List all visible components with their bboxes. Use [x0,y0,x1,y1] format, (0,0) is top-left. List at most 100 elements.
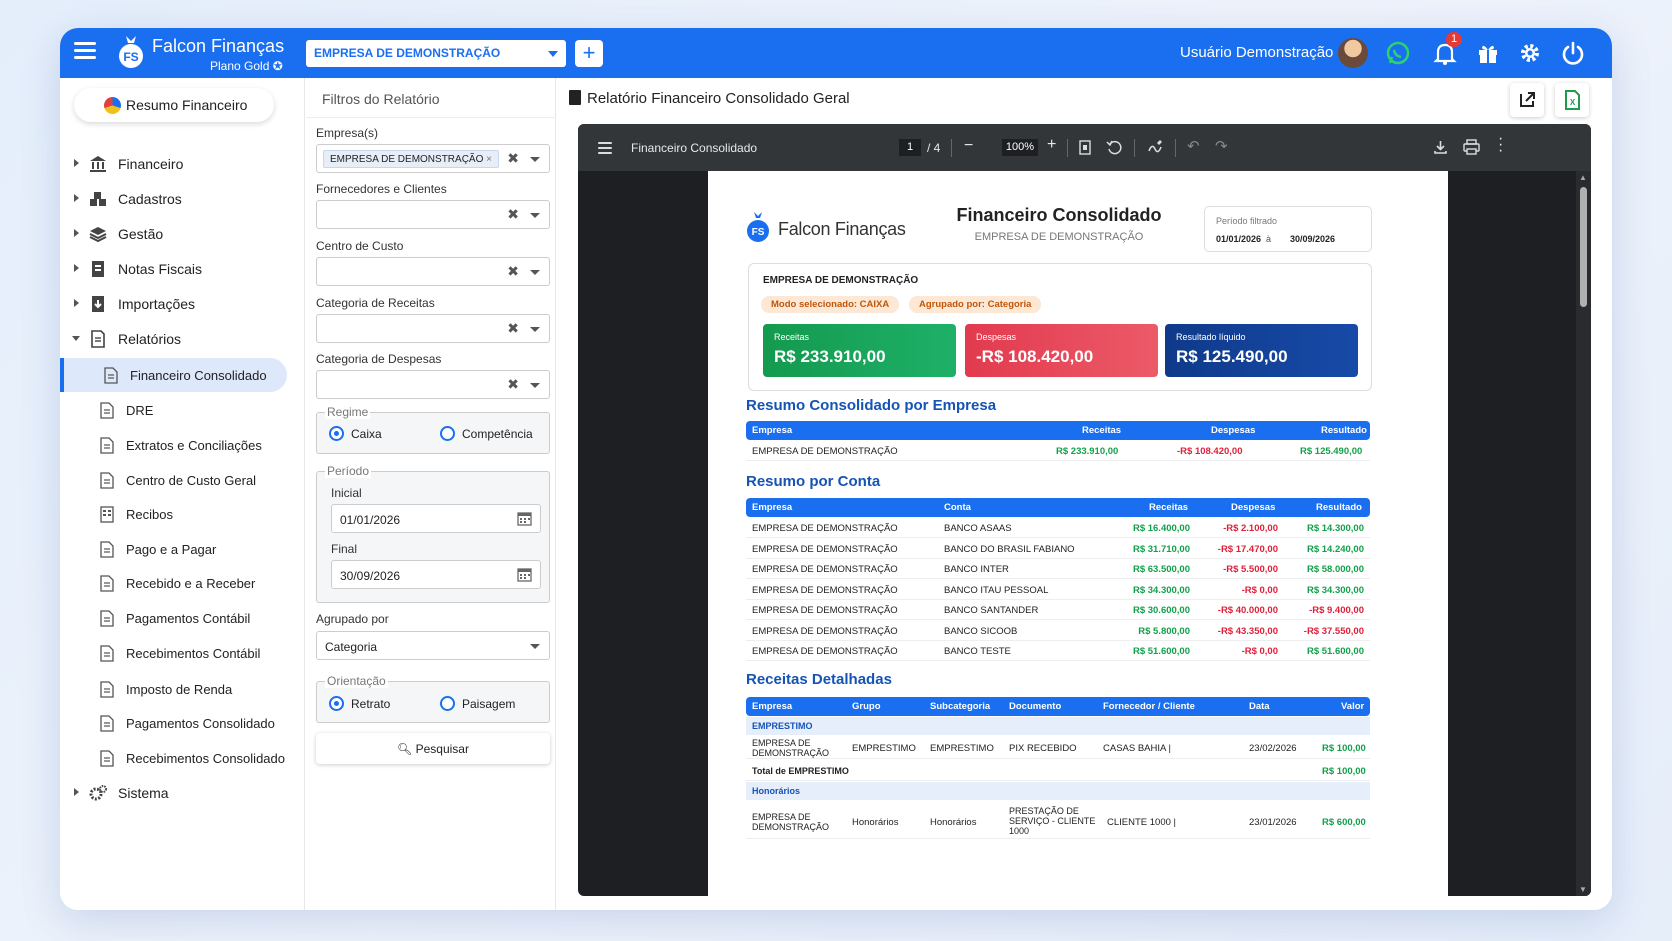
cat-receitas-select[interactable]: ✖ [316,314,550,343]
report-heading: Financeiro Consolidado [956,205,1162,225]
add-company-button[interactable]: + [575,40,603,67]
document-icon [100,645,114,662]
kpi-receitas: Receitas R$ 233.910,00 [763,324,956,377]
chevron-down-icon [548,51,558,57]
data-inicial-input[interactable]: 01/01/2026 [331,504,541,533]
table-header: Empresa Conta Receitas Despesas Resultad… [746,498,1370,517]
fornecedores-select[interactable]: ✖ [316,200,550,229]
group-header: Honorários [746,782,1370,800]
sidebar-report-item[interactable]: Pagamentos Consolidado [60,706,305,740]
whatsapp-icon[interactable] [1385,40,1411,66]
agrupado-select[interactable]: Categoria [316,631,550,660]
pesquisar-button[interactable]: 🔍︎ Pesquisar [316,733,550,764]
sidebar: Resumo Financeiro Financeiro Cadastros G… [60,78,305,910]
sidebar-report-item[interactable]: Extratos e Conciliações [60,428,305,462]
excel-icon: X [1565,90,1580,110]
table-row: EMPRESA DE DEMONSTRAÇÃO BANCO SICOOB R$ 5.… [746,621,1370,641]
clear-icon: ✖ [507,150,519,166]
medal-icon: ✪ [272,59,283,73]
open-external-button[interactable] [1510,83,1544,117]
sidebar-item-relatorios[interactable]: Relatórios [60,323,305,355]
calendar-icon [517,512,532,526]
zoom-out-icon[interactable]: − [964,137,973,155]
undo-icon[interactable]: ↶ [1187,137,1200,155]
gear-icon[interactable] [1517,40,1543,66]
document-icon [100,715,114,732]
pdf-menu-icon[interactable] [598,142,612,158]
page-count: / 4 [927,141,941,155]
sidebar-item-cadastros[interactable]: Cadastros [60,183,305,215]
import-icon [92,296,104,312]
mode-pill: Modo selecionado: CAIXA [761,296,900,313]
sidebar-report-item[interactable]: Recebido e a Receber [60,566,305,600]
sidebar-item-notas-fiscais[interactable]: Notas Fiscais [60,253,305,285]
orientacao-label: Orientação [325,674,388,688]
sidebar-item-sistema[interactable]: Sistema [60,777,305,809]
pdf-page: FS Falcon Finanças Financeiro Consolidad… [708,171,1448,896]
empresas-select[interactable]: EMPRESA DE DEMONSTRAÇÃO × ✖ [316,144,550,173]
report-icon [91,330,105,348]
plan-label: Plano Gold ✪ [210,59,283,73]
rotate-icon[interactable] [1106,139,1122,155]
regime-label: Regime [325,405,371,419]
page-number-input[interactable]: 1 [899,139,921,156]
pdf-scrollbar[interactable]: ▲ ▼ [1576,171,1591,896]
total-row: Total de EMPRESTIMO R$ 100,00 [746,761,1370,781]
fit-page-icon[interactable] [1079,140,1091,155]
sidebar-item-importacoes[interactable]: Importações [60,288,305,320]
download-icon[interactable] [1433,139,1448,155]
sidebar-report-item[interactable]: Imposto de Renda [60,672,305,706]
zoom-in-icon[interactable]: + [1047,136,1056,154]
zoom-input[interactable]: 100% [1002,139,1038,156]
sidebar-report-item[interactable]: Pago e a Pagar [60,532,305,566]
data-final-input[interactable]: 30/09/2026 [331,560,541,589]
sidebar-report-item[interactable]: Recibos [60,497,305,531]
search-icon: 🔍︎ [397,742,413,756]
print-icon[interactable] [1463,139,1480,155]
export-excel-button[interactable]: X [1555,83,1589,117]
report-title: Relatório Financeiro Consolidado Geral [569,90,850,107]
resumo-financeiro-button[interactable]: Resumo Financeiro [74,88,274,122]
sidebar-item-gestao[interactable]: Gestão [60,218,305,250]
sidebar-report-item[interactable]: Financeiro Consolidado [60,358,287,392]
receipt-icon [100,506,114,523]
external-link-icon [1520,92,1535,107]
power-icon[interactable] [1560,40,1586,66]
sidebar-report-item[interactable]: Centro de Custo Geral [60,463,305,497]
sidebar-report-item[interactable]: Recebimentos Contábil [60,636,305,670]
document-icon [100,750,114,767]
inicial-label: Inicial [331,486,362,500]
table-row: EMPRESA DE DEMONSTRAÇÃO BANCO ITAU PESSOA… [746,580,1370,600]
menu-icon[interactable] [74,42,96,60]
empresa-chip[interactable]: EMPRESA DE DEMONSTRAÇÃO × [323,150,499,168]
pdf-doc-title: Financeiro Consolidado [631,141,758,155]
top-bar: FS Falcon Finanças Plano Gold ✪ EMPRESA … [60,28,1612,78]
periodo-label: Período [325,464,372,478]
sidebar-report-item[interactable]: DRE [60,393,305,427]
avatar[interactable] [1338,38,1368,68]
report-area: Relatório Financeiro Consolidado Geral X… [557,78,1612,910]
sidebar-report-item[interactable]: Pagamentos Contábil [60,601,305,635]
document-icon [100,437,114,454]
sidebar-report-item[interactable]: Recebimentos Consolidado [60,741,305,775]
company-select[interactable]: EMPRESA DE DEMONSTRAÇÃO [306,40,566,67]
gift-icon[interactable] [1475,40,1501,66]
annotate-icon[interactable] [1147,139,1163,155]
centro-custo-select[interactable]: ✖ [316,257,550,286]
clear-icon: ✖ [507,263,519,279]
chevron-down-icon [530,383,540,388]
table-header: Empresa Grupo Subcategoria Documento For… [746,697,1370,716]
pdf-file-icon [569,90,581,105]
boxes-icon [90,192,106,206]
cat-despesas-select[interactable]: ✖ [316,370,550,399]
table-row: EMPRESA DE DEMONSTRAÇÃO Honorários Honor… [746,803,1370,839]
bank-icon [90,156,106,172]
sidebar-item-financeiro[interactable]: Financeiro [60,148,305,180]
redo-icon[interactable]: ↷ [1215,137,1228,155]
chevron-down-icon [530,270,540,275]
user-name[interactable]: Usuário Demonstração [1180,44,1333,61]
more-options-icon[interactable]: · · · [1498,131,1503,159]
filters-title: Filtros do Relatório [306,78,556,118]
app-window: FS Falcon Finanças Plano Gold ✪ EMPRESA … [60,28,1612,910]
layers-icon [89,227,107,243]
